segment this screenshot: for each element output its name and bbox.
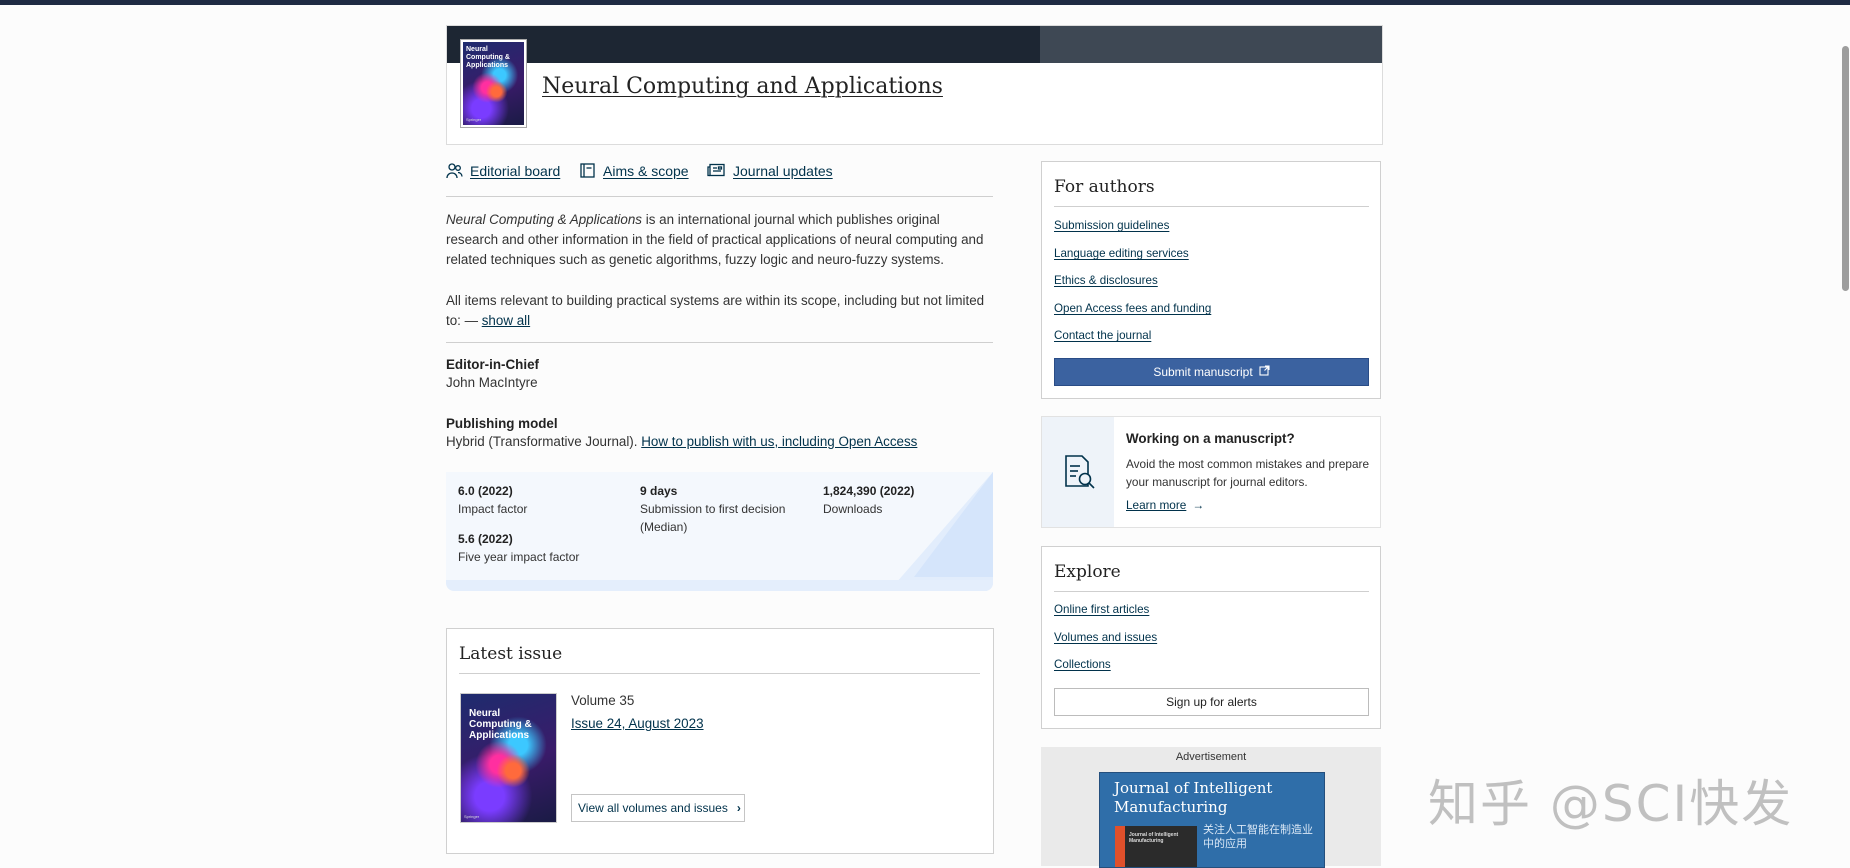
cover-publisher: Springer xyxy=(464,814,480,819)
header-band-grey xyxy=(1040,26,1382,63)
view-all-label: View all volumes and issues xyxy=(578,801,728,815)
journal-name-italic: Neural Computing & Applications xyxy=(446,212,643,227)
scrollbar[interactable] xyxy=(1840,0,1850,866)
open-access-fees-link[interactable]: Open Access fees and funding xyxy=(1054,302,1211,315)
journal-header: Neural Computing & Applications Springer… xyxy=(446,25,1383,145)
editor-heading: Editor-in-Chief xyxy=(446,357,539,372)
advertisement: Advertisement Journal of Intelligent Man… xyxy=(1041,747,1381,868)
how-to-publish-link[interactable]: How to publish with us, including Open A… xyxy=(641,434,917,449)
for-authors-heading: For authors xyxy=(1054,177,1155,197)
submit-manuscript-button[interactable]: Submit manuscript xyxy=(1054,358,1369,386)
cover-artwork: Neural Computing & Applications Springer xyxy=(461,694,556,822)
view-all-volumes-button[interactable]: View all volumes and issues › xyxy=(571,794,745,822)
people-icon xyxy=(446,163,463,179)
external-link-icon xyxy=(1259,365,1270,379)
explore-heading: Explore xyxy=(1054,562,1121,582)
journal-metrics: 6.0 (2022) Impact factor 9 days Submissi… xyxy=(446,472,993,591)
book-icon xyxy=(580,163,595,178)
collections-link[interactable]: Collections xyxy=(1054,658,1111,671)
online-first-link[interactable]: Online first articles xyxy=(1054,603,1149,616)
cover-title: Neural Computing & Applications xyxy=(469,708,532,741)
latest-issue-heading: Latest issue xyxy=(459,644,563,664)
cover-title: Neural Computing & Applications xyxy=(466,46,510,69)
publishing-heading: Publishing model xyxy=(446,416,558,431)
nav-aims-scope[interactable]: Aims & scope xyxy=(579,162,689,179)
submit-label: Submit manuscript xyxy=(1153,365,1253,379)
publishing-text: Hybrid (Transformative Journal). xyxy=(446,434,642,449)
learn-more-label: Learn more xyxy=(1126,498,1187,512)
metric-label: Five year impact factor xyxy=(458,550,580,564)
metric-label-2: (Median) xyxy=(640,520,688,534)
metric-value: 6.0 (2022) xyxy=(458,484,513,498)
metric-label: Submission to first decision xyxy=(640,502,786,516)
metric-impact-factor: 6.0 (2022) Impact factor xyxy=(458,482,527,518)
journal-title-link[interactable]: Neural Computing and Applications xyxy=(542,74,943,99)
submission-guidelines-link[interactable]: Submission guidelines xyxy=(1054,219,1169,232)
nav-journal-updates[interactable]: Journal updates xyxy=(707,162,833,179)
explore-panel: Explore Online first articles Volumes an… xyxy=(1041,546,1381,729)
journal-description: Neural Computing & Applications is an in… xyxy=(446,210,986,331)
nav-label: Journal updates xyxy=(733,162,833,179)
issue-cover[interactable]: Neural Computing & Applications Springer xyxy=(460,693,557,823)
ad-title: Journal of Intelligent Manufacturing xyxy=(1114,779,1273,816)
manuscript-search-icon xyxy=(1042,417,1114,527)
ad-chinese-text: 关注人工智能在制造业中的应用 xyxy=(1203,824,1313,850)
metric-value: 9 days xyxy=(640,484,678,498)
learn-more-link[interactable]: Learn more → xyxy=(1126,498,1204,512)
metric-five-year-impact: 5.6 (2022) Five year impact factor xyxy=(458,530,579,566)
metric-submission-decision: 9 days Submission to first decision (Med… xyxy=(640,482,785,536)
description-para-1: Neural Computing & Applications is an in… xyxy=(446,210,986,271)
working-on-manuscript-card: Working on a manuscript? Avoid the most … xyxy=(1041,416,1381,528)
show-all-link[interactable]: show all xyxy=(482,313,530,328)
arrow-right-icon: → xyxy=(1192,498,1205,512)
scrollbar-thumb[interactable] xyxy=(1842,46,1849,291)
volumes-issues-link[interactable]: Volumes and issues xyxy=(1054,631,1157,644)
journal-cover-thumbnail[interactable]: Neural Computing & Applications Springer xyxy=(460,39,527,128)
divider xyxy=(459,673,980,674)
advertisement-label: Advertisement xyxy=(1175,751,1247,763)
description-para-2: All items relevant to building practical… xyxy=(446,291,986,331)
metric-value: 1,824,390 (2022) xyxy=(823,484,915,498)
ad-book-cover: Journal of Intelligent Manufacturing xyxy=(1115,826,1197,867)
ethics-disclosures-link[interactable]: Ethics & disclosures xyxy=(1054,274,1158,287)
contact-journal-link[interactable]: Contact the journal xyxy=(1054,329,1151,342)
nav-editorial-board[interactable]: Editorial board xyxy=(446,162,560,179)
working-heading: Working on a manuscript? xyxy=(1126,431,1295,446)
journal-nav: Editorial board Aims & scope Journal upd… xyxy=(446,160,993,197)
chevron-right-icon: › xyxy=(736,801,741,815)
divider xyxy=(446,342,993,343)
ad-book-title: Journal of Intelligent Manufacturing xyxy=(1129,832,1179,844)
top-border xyxy=(0,0,1850,5)
news-icon xyxy=(707,163,725,177)
sign-up-alerts-button[interactable]: Sign up for alerts xyxy=(1054,688,1369,716)
issue-link[interactable]: Issue 24, August 2023 xyxy=(571,716,704,731)
divider xyxy=(1054,206,1369,207)
header-band-dark xyxy=(447,26,1040,63)
working-text: Avoid the most common mistakes and prepa… xyxy=(1126,457,1370,489)
divider xyxy=(1054,591,1369,592)
nav-label: Aims & scope xyxy=(603,162,689,179)
publishing-model: Publishing model Hybrid (Transformative … xyxy=(446,416,917,453)
metric-label: Impact factor xyxy=(458,502,528,516)
metrics-decoration xyxy=(914,472,993,577)
language-editing-link[interactable]: Language editing services xyxy=(1054,247,1189,260)
cover-publisher: Springer xyxy=(466,117,482,122)
cover-artwork: Neural Computing & Applications Springer xyxy=(463,42,524,125)
latest-issue-card: Latest issue Neural Computing & Applicat… xyxy=(446,628,994,854)
editor-name: John MacIntyre xyxy=(446,375,538,390)
nav-label: Editorial board xyxy=(470,162,561,179)
watermark: 知乎 @SCI快发 xyxy=(1428,775,1794,833)
editor-in-chief: Editor-in-Chief John MacIntyre xyxy=(446,357,539,394)
metric-label: Downloads xyxy=(823,502,883,516)
for-authors-panel: For authors Submission guidelines Langua… xyxy=(1041,161,1381,399)
metrics-decoration xyxy=(446,580,993,591)
volume-label: Volume 35 xyxy=(571,693,635,708)
metric-value: 5.6 (2022) xyxy=(458,532,513,546)
advertisement-banner[interactable]: Journal of Intelligent Manufacturing Jou… xyxy=(1099,772,1325,868)
metric-downloads: 1,824,390 (2022) Downloads xyxy=(823,482,914,518)
